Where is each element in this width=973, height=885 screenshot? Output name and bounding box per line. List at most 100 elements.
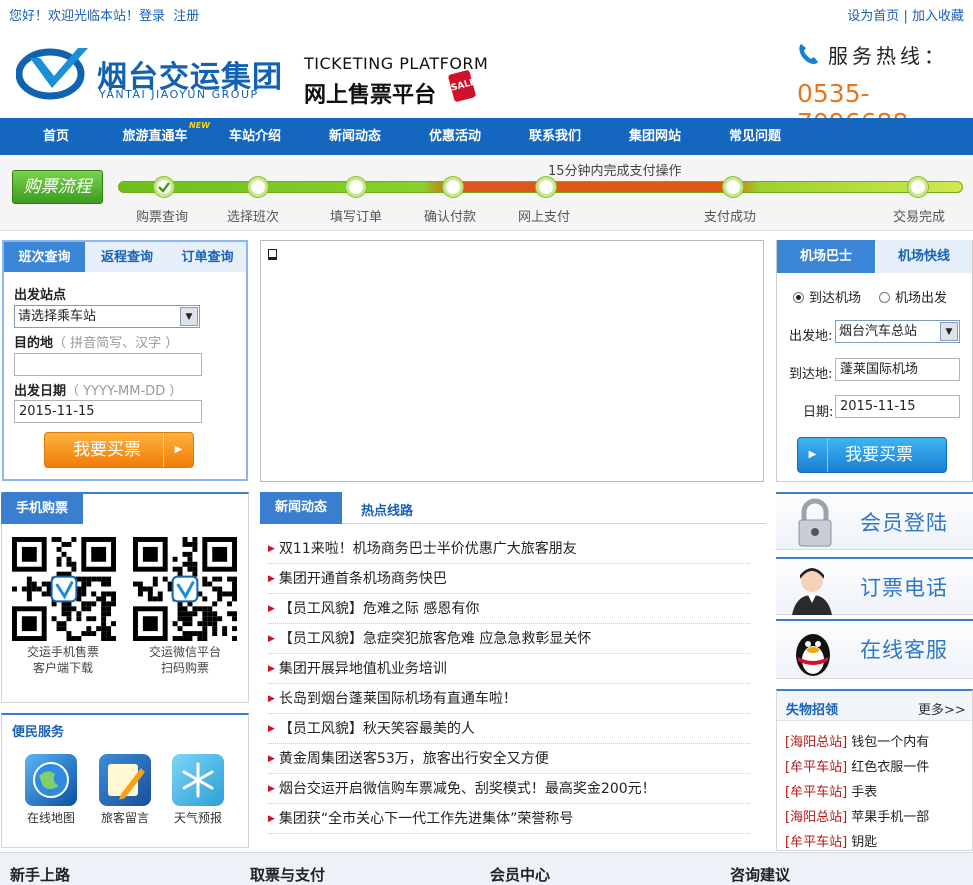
station-tag: [牟平车站] [785,760,848,775]
lost-found-item[interactable]: [海阳总站] 苹果手机一部 [785,805,965,830]
lost-item-text: 苹果手机一部 [851,810,930,825]
nav-group-site[interactable]: 集团网站 [622,118,688,155]
news-item-title: 【员工风貌】危难之际 感恩有你 [278,601,480,617]
check-icon [158,182,170,193]
tab-order-query[interactable]: 订单查询 [169,242,246,272]
chevron-down-icon[interactable]: ▼ [940,322,958,341]
lost-found-more-link[interactable]: 更多>> [918,699,966,718]
footer-member-center[interactable]: 会员中心 [490,864,550,885]
news-item[interactable]: ▶ 集团获“全市关心下一代工作先进集体”荣誉称号 [268,804,750,834]
radio-to-airport[interactable] [793,292,804,303]
top-bar: 您好！欢迎光临本站！登录 注册 设为首页 | 加入收藏 [0,0,973,28]
nav-promotions[interactable]: 优惠活动 [422,118,488,155]
airport-to-input[interactable]: 蓬莱国际机场 [835,358,960,381]
nav-home[interactable]: 首页 [28,118,84,155]
date-label: 出发日期 [14,384,67,399]
member-login-label: 会员登陆 [860,511,948,535]
nav-news[interactable]: 新闻动态 [322,118,388,155]
footer-feedback[interactable]: 咨询建议 [730,864,790,885]
step-label: 选择班次 [227,210,280,225]
destination-input[interactable] [14,353,202,376]
process-step-dot [723,177,743,197]
nav-contact[interactable]: 联系我们 [522,118,588,155]
message-label[interactable]: 旅客留言 [90,809,160,826]
step-label: 支付成功 [704,210,757,225]
news-item[interactable]: ▶ 黄金周集团送客53万，旅客出行安全又方便 [268,744,750,774]
radio-from-airport[interactable] [879,292,890,303]
qr1-caption-line1: 交运手机售票 [26,645,99,659]
news-item[interactable]: ▶ 【员工风貌】秋天笑容最美的人 [268,714,750,744]
date-input[interactable]: 2015-11-15 [14,400,202,423]
airport-to-label: 到达地: [789,367,833,382]
member-login-block[interactable]: 会员登陆 [776,492,973,550]
lost-item-text: 手表 [851,785,878,800]
buy-ticket-label: 我要买票 [73,440,141,460]
tab-airport-bus[interactable]: 机场巴士 [777,240,875,273]
lost-found-item[interactable]: [海阳总站] 钱包一个内有 [785,730,965,755]
operator-icon [792,568,832,615]
nav-tourism-express[interactable]: 旅游直通车 [116,118,194,155]
news-item[interactable]: ▶ 集团开展异地值机业务培训 [268,654,750,684]
news-item-title: 烟台交运开启微信购车票减免、刮奖模式！最高奖金200元！ [278,781,656,797]
news-item[interactable]: ▶ 【员工风貌】急症突犯旅客危难 应急急救彰显关怀 [268,624,750,654]
qr1-caption-line2: 客户端下载 [32,661,93,675]
qq-penguin-icon [796,634,830,676]
set-home-link[interactable]: 设为首页 [847,9,899,24]
lost-found-item[interactable]: [牟平车站] 红色衣服一件 [785,755,965,780]
news-item[interactable]: ▶ 双11来啦！机场商务巴士半价优惠广大旅客朋友 [268,534,750,564]
news-item-title: 【员工风貌】急症突犯旅客危难 应急急救彰显关怀 [278,631,592,647]
weather-label[interactable]: 天气预报 [163,809,233,826]
bullet-icon: ▶ [268,574,275,584]
tab-schedule-query[interactable]: 班次查询 [4,242,85,272]
weather-icon[interactable] [172,754,224,806]
nav-faq[interactable]: 常见问题 [722,118,788,155]
dest-label-row: 目的地（ 拼音简写、汉字 ） [14,332,178,351]
booking-phone-block[interactable]: 订票电话 [776,557,973,615]
logo-icon[interactable] [16,44,92,100]
map-label[interactable]: 在线地图 [16,809,86,826]
tab-hot-routes[interactable]: 热点线路 [361,500,413,519]
step-label: 网上支付 [518,210,571,225]
bullet-icon: ▶ [268,724,275,734]
chevron-down-icon[interactable]: ▼ [180,307,198,326]
sale-tag: SALE [447,69,477,103]
news-item[interactable]: ▶ 【员工风貌】危难之际 感恩有你 [268,594,750,624]
depart-station-select[interactable]: 请选择乘车站 ▼ [14,305,200,328]
tab-airport-express[interactable]: 机场快线 [876,240,972,273]
login-link[interactable]: 登录 [139,9,165,24]
lost-item-text: 钥匙 [851,835,878,850]
footer-ticket-payment[interactable]: 取票与支付 [250,864,325,885]
date-hint: （ YYYY-MM-DD ） [66,384,183,399]
qr2-caption-line1: 交运微信平台 [148,645,221,659]
online-service-block[interactable]: 在线客服 [776,619,973,679]
news-item-title: 长岛到烟台蓬莱国际机场有直通车啦！ [278,691,517,707]
play-icon: ▶ [163,433,193,467]
online-service-label: 在线客服 [860,638,948,662]
bullet-icon: ▶ [268,694,275,704]
buy-ticket-button[interactable]: 我要买票 ▶ [44,432,194,468]
lost-found-item[interactable]: [牟平车站] 手表 [785,780,965,805]
footer-getting-started[interactable]: 新手上路 [10,864,70,885]
payment-time-note: 15分钟内完成支付操作 [548,164,682,179]
news-item[interactable]: ▶ 长岛到烟台蓬莱国际机场有直通车啦！ [268,684,750,714]
airport-from-select[interactable]: 烟台汽车总站 ▼ [835,320,960,343]
news-item[interactable]: ▶ 集团开通首条机场商务快巴 [268,564,750,594]
news-item-title: 【员工风貌】秋天笑容最美的人 [278,721,475,737]
nav-station-intro[interactable]: 车站介绍 [222,118,288,155]
bookmark-link[interactable]: 加入收藏 [912,9,964,24]
purchase-process-button[interactable]: 购票流程 [12,170,103,204]
station-tag: [海阳总站] [785,735,848,750]
qr2-caption: 交运微信平台 扫码购票 [125,644,245,676]
welcome-text: 您好！欢迎光临本站！ [9,9,140,24]
airport-buy-button[interactable]: ▶ 我要买票 [797,437,947,473]
tab-news[interactable]: 新闻动态 [260,492,342,524]
map-icon[interactable] [25,754,77,806]
process-step-dot [346,177,366,197]
news-item[interactable]: ▶ 烟台交运开启微信购车票减免、刮奖模式！最高奖金200元！ [268,774,750,804]
tab-return-query[interactable]: 返程查询 [87,242,167,272]
airport-date-input[interactable]: 2015-11-15 [835,395,960,418]
news-item-title: 集团开展异地值机业务培训 [278,661,447,677]
top-right-links: 设为首页 | 加入收藏 [847,5,964,24]
register-link[interactable]: 注册 [173,9,199,24]
message-icon[interactable] [99,754,151,806]
